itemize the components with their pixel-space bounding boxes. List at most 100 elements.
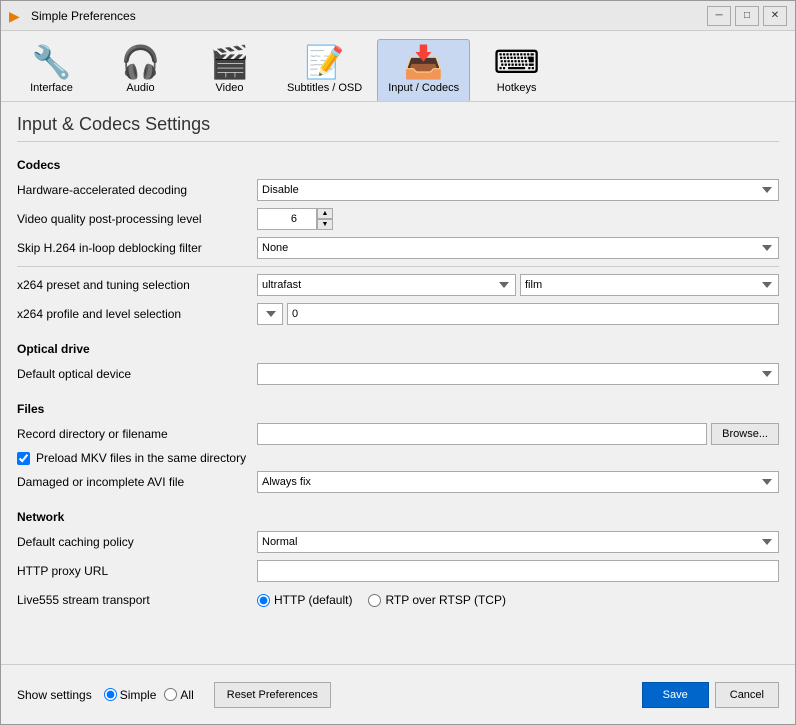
- minimize-button[interactable]: ─: [707, 6, 731, 26]
- x264-profile-row: x264 profile and level selection baselin…: [17, 302, 779, 326]
- damaged-avi-select[interactable]: Always fix Ask Never fix: [257, 471, 779, 493]
- x264-preset-select[interactable]: ultrafast superfast veryfast faster fast…: [257, 274, 516, 296]
- simple-radio[interactable]: [104, 688, 117, 701]
- hotkeys-icon: ⌨: [494, 46, 540, 78]
- window-title: Simple Preferences: [31, 9, 707, 23]
- radio-rtsp-input[interactable]: [368, 594, 381, 607]
- video-quality-input[interactable]: [257, 208, 317, 230]
- radio-rtsp: RTP over RTSP (TCP): [368, 593, 505, 607]
- skip-h264-label: Skip H.264 in-loop deblocking filter: [17, 241, 257, 255]
- tab-audio[interactable]: 🎧 Audio: [98, 39, 183, 101]
- tab-input[interactable]: 📥 Input / Codecs: [377, 39, 470, 101]
- x264-profile-select[interactable]: baseline main high high10 high422 high44…: [257, 303, 283, 325]
- window-controls: ─ □ ✕: [707, 6, 787, 26]
- tab-hotkeys[interactable]: ⌨ Hotkeys: [474, 39, 559, 101]
- live555-label: Live555 stream transport: [17, 593, 257, 607]
- tab-subtitles[interactable]: 📝 Subtitles / OSD: [276, 39, 373, 101]
- radio-rtsp-label: RTP over RTSP (TCP): [385, 593, 505, 607]
- optical-section: Optical drive Default optical device: [17, 338, 779, 386]
- page-title: Input & Codecs Settings: [17, 114, 779, 142]
- record-label: Record directory or filename: [17, 427, 257, 441]
- x264-profile-control: baseline main high high10 high422 high44…: [257, 303, 779, 325]
- cancel-button[interactable]: Cancel: [715, 682, 779, 708]
- all-radio[interactable]: [164, 688, 177, 701]
- tab-bar: 🔧 Interface 🎧 Audio 🎬 Video 📝 Subtitles …: [1, 31, 795, 102]
- caching-row: Default caching policy Normal Lowest lat…: [17, 530, 779, 554]
- caching-label: Default caching policy: [17, 535, 257, 549]
- skip-h264-control: None Non-reference frames Bi-directional…: [257, 237, 779, 259]
- hw-decoding-control: Disable Automatic DirectX Video Accelera…: [257, 179, 779, 201]
- video-quality-spinner: ▲ ▼: [257, 208, 337, 230]
- codecs-title: Codecs: [17, 154, 779, 172]
- radio-http: HTTP (default): [257, 593, 352, 607]
- x264-profile-dual: baseline main high high10 high422 high44…: [257, 303, 779, 325]
- simple-radio-item: Simple: [104, 688, 157, 702]
- hw-decoding-label: Hardware-accelerated decoding: [17, 183, 257, 197]
- skip-h264-select[interactable]: None Non-reference frames Bi-directional…: [257, 237, 779, 259]
- damaged-avi-control: Always fix Ask Never fix: [257, 471, 779, 493]
- title-bar: ▶ Simple Preferences ─ □ ✕: [1, 1, 795, 31]
- live555-row: Live555 stream transport HTTP (default) …: [17, 588, 779, 612]
- http-proxy-row: HTTP proxy URL: [17, 559, 779, 583]
- tab-subtitles-label: Subtitles / OSD: [287, 82, 362, 94]
- show-settings-label: Show settings: [17, 688, 92, 702]
- optical-device-select[interactable]: [257, 363, 779, 385]
- x264-profile-label: x264 profile and level selection: [17, 307, 257, 321]
- app-icon: ▶: [9, 8, 25, 24]
- close-button[interactable]: ✕: [763, 6, 787, 26]
- maximize-button[interactable]: □: [735, 6, 759, 26]
- spinner-up[interactable]: ▲: [317, 208, 333, 219]
- all-label: All: [180, 688, 193, 702]
- tab-input-label: Input / Codecs: [388, 82, 459, 94]
- radio-http-label: HTTP (default): [274, 593, 352, 607]
- audio-icon: 🎧: [121, 46, 161, 78]
- video-quality-row: Video quality post-processing level ▲ ▼: [17, 207, 779, 231]
- footer: Show settings Simple All Reset Preferenc…: [1, 664, 795, 724]
- reset-preferences-button[interactable]: Reset Preferences: [214, 682, 331, 708]
- footer-right: Save Cancel: [642, 682, 779, 708]
- browse-button[interactable]: Browse...: [711, 423, 779, 445]
- tab-video[interactable]: 🎬 Video: [187, 39, 272, 101]
- browse-row: Browse...: [257, 423, 779, 445]
- files-title: Files: [17, 398, 779, 416]
- caching-select[interactable]: Normal Lowest latency Low latency High l…: [257, 531, 779, 553]
- optical-device-control: [257, 363, 779, 385]
- tab-interface-label: Interface: [30, 82, 73, 94]
- spinner-down[interactable]: ▼: [317, 219, 333, 230]
- codecs-section: Codecs Hardware-accelerated decoding Dis…: [17, 154, 779, 326]
- network-title: Network: [17, 506, 779, 524]
- input-icon: 📥: [404, 46, 444, 78]
- files-section: Files Record directory or filename Brows…: [17, 398, 779, 494]
- record-control: Browse...: [257, 423, 779, 445]
- x264-preset-label: x264 preset and tuning selection: [17, 278, 257, 292]
- skip-h264-row: Skip H.264 in-loop deblocking filter Non…: [17, 236, 779, 260]
- x264-preset-control: ultrafast superfast veryfast faster fast…: [257, 274, 779, 296]
- optical-device-row: Default optical device: [17, 362, 779, 386]
- optical-device-label: Default optical device: [17, 367, 257, 381]
- preload-mkv-label: Preload MKV files in the same directory: [36, 451, 246, 465]
- preload-mkv-row: Preload MKV files in the same directory: [17, 451, 779, 465]
- content-area: Input & Codecs Settings Codecs Hardware-…: [1, 102, 795, 664]
- preload-mkv-checkbox[interactable]: [17, 452, 30, 465]
- record-input[interactable]: [257, 423, 707, 445]
- subtitles-icon: 📝: [305, 46, 345, 78]
- tab-audio-label: Audio: [126, 82, 154, 94]
- caching-control: Normal Lowest latency Low latency High l…: [257, 531, 779, 553]
- divider-1: [17, 266, 779, 267]
- video-quality-label: Video quality post-processing level: [17, 212, 257, 226]
- live555-radio-group: HTTP (default) RTP over RTSP (TCP): [257, 593, 779, 607]
- damaged-avi-label: Damaged or incomplete AVI file: [17, 475, 257, 489]
- x264-tuning-select[interactable]: film animation grain stillimage psnr ssi…: [520, 274, 779, 296]
- video-icon: 🎬: [210, 46, 250, 78]
- interface-icon: 🔧: [32, 46, 72, 78]
- tab-interface[interactable]: 🔧 Interface: [9, 39, 94, 101]
- tab-video-label: Video: [216, 82, 244, 94]
- save-button[interactable]: Save: [642, 682, 709, 708]
- radio-http-input[interactable]: [257, 594, 270, 607]
- x264-level-input[interactable]: [287, 303, 779, 325]
- hw-decoding-select[interactable]: Disable Automatic DirectX Video Accelera…: [257, 179, 779, 201]
- video-quality-control: ▲ ▼: [257, 208, 779, 230]
- optical-title: Optical drive: [17, 338, 779, 356]
- http-proxy-input[interactable]: [257, 560, 779, 582]
- spinner-buttons: ▲ ▼: [317, 208, 333, 230]
